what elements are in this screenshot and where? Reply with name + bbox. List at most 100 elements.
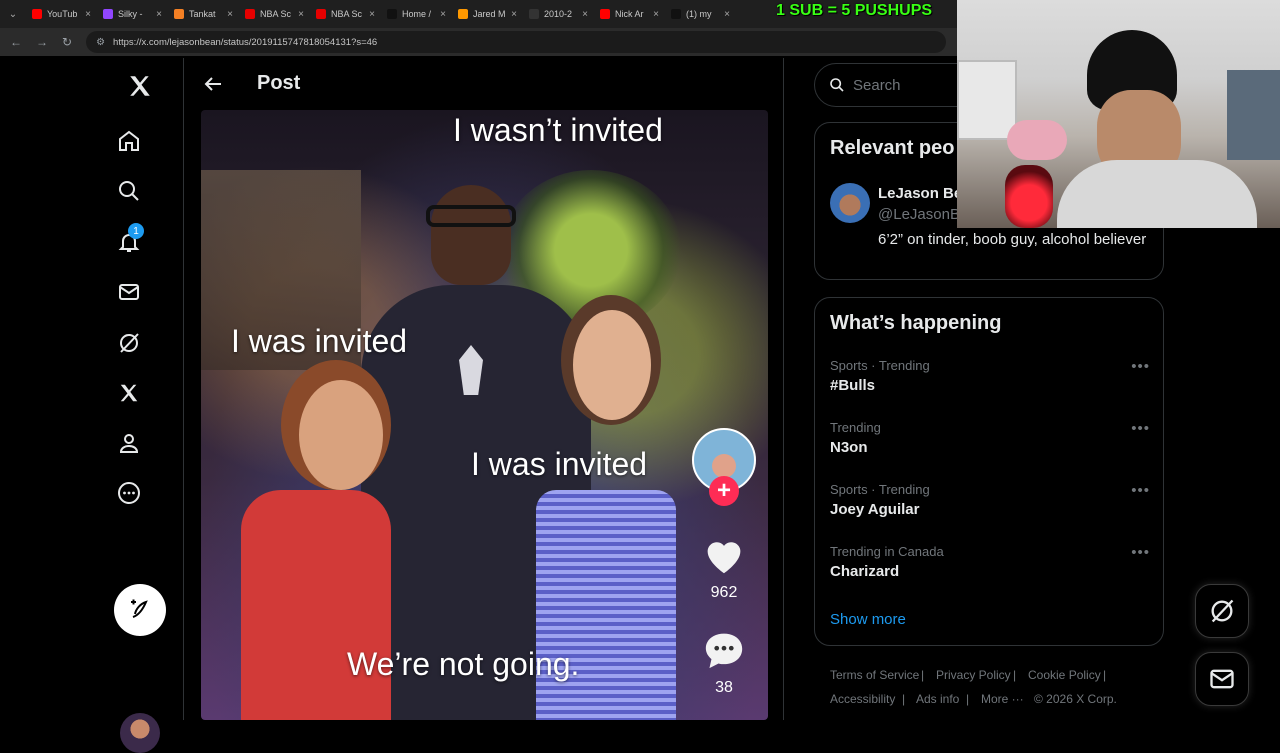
- trend-meta: Trending: [830, 420, 881, 435]
- follow-plus-icon[interactable]: +: [709, 476, 739, 506]
- footer-separator: |: [1103, 668, 1107, 682]
- column-divider: [783, 58, 784, 720]
- trend-item[interactable]: Sports · Trending Joey Aguilar •••: [830, 482, 1150, 518]
- tab-close-icon[interactable]: ×: [369, 9, 375, 20]
- man-head: [431, 185, 511, 285]
- tab-label: (1) my: [686, 9, 712, 19]
- tab-favicon-icon: [529, 9, 539, 19]
- relevant-person-name[interactable]: LeJason Be: [878, 185, 962, 202]
- more-link[interactable]: More ···: [981, 692, 1024, 706]
- tab-close-icon[interactable]: ×: [653, 9, 659, 20]
- tab-favicon-icon: [103, 9, 113, 19]
- trend-item[interactable]: Trending N3on •••: [830, 420, 1150, 456]
- browser-tab[interactable]: (1) my ×: [665, 0, 736, 28]
- trend-item[interactable]: Trending in Canada Charizard •••: [830, 544, 1150, 580]
- url-text[interactable]: https://x.com/lejasonbean/status/2019115…: [113, 37, 377, 48]
- relevant-person-handle[interactable]: @LeJasonB: [878, 206, 960, 223]
- grok-floating-button[interactable]: [1195, 584, 1249, 638]
- tab-close-icon[interactable]: ×: [85, 9, 91, 20]
- browser-tab[interactable]: 2010-2 ×: [523, 0, 594, 28]
- browser-tab[interactable]: Jared M ×: [452, 0, 523, 28]
- tab-close-icon[interactable]: ×: [227, 9, 233, 20]
- browser-tab[interactable]: Tankat ×: [168, 0, 239, 28]
- tab-close-icon[interactable]: ×: [298, 9, 304, 20]
- more-circle-icon[interactable]: [115, 479, 143, 507]
- premium-x-icon[interactable]: [115, 379, 143, 407]
- explore-search-icon[interactable]: [115, 177, 143, 205]
- tab-close-icon[interactable]: ×: [511, 9, 517, 20]
- trend-name: #Bulls: [830, 377, 876, 394]
- browser-tab[interactable]: YouTub ×: [26, 0, 97, 28]
- forward-arrow-icon[interactable]: →: [36, 35, 48, 49]
- caption-top: I wasn’t invited: [453, 112, 663, 148]
- browser-tab[interactable]: Silky - ×: [97, 0, 168, 28]
- tab-close-icon[interactable]: ×: [440, 9, 446, 20]
- more-options-icon[interactable]: •••: [1131, 358, 1150, 375]
- site-info-icon[interactable]: ⚙: [96, 37, 105, 48]
- compose-post-button[interactable]: [114, 584, 166, 636]
- browser-tab[interactable]: NBA Sc ×: [239, 0, 310, 28]
- post-video[interactable]: I wasn’t invited I was invited I was inv…: [201, 110, 768, 720]
- grok-icon[interactable]: [115, 329, 143, 357]
- whats-happening-title: What’s happening: [830, 312, 1002, 334]
- profile-icon[interactable]: [115, 429, 143, 457]
- x-logo-icon[interactable]: [126, 72, 154, 100]
- back-arrow-icon[interactable]: ←: [10, 35, 22, 49]
- tab-label: Tankat: [189, 9, 216, 19]
- more-options-icon[interactable]: •••: [1131, 544, 1150, 561]
- tab-close-icon[interactable]: ×: [582, 9, 588, 20]
- comment-reaction[interactable]: 38: [694, 630, 754, 697]
- browser-tab[interactable]: Home / ×: [381, 0, 452, 28]
- webcam-overlay: [957, 0, 1280, 228]
- comment-bubble-icon: [705, 633, 743, 669]
- heart-icon: [707, 542, 741, 574]
- caption-left: I was invited: [231, 323, 408, 359]
- more-options-icon[interactable]: •••: [1131, 420, 1150, 437]
- browser-tab[interactable]: NBA Sc ×: [310, 0, 381, 28]
- ads-info-link[interactable]: Ads info: [916, 692, 959, 706]
- search-placeholder: Search: [853, 76, 901, 94]
- trend-meta: Sports · Trending: [830, 482, 930, 497]
- terms-link[interactable]: Terms of Service: [830, 668, 919, 682]
- tab-label: Home /: [402, 9, 432, 19]
- feather-plus-icon: [131, 599, 148, 618]
- caption-bottom: We’re not going.: [347, 646, 580, 682]
- tab-search-chevron-icon[interactable]: ⌄: [0, 0, 26, 28]
- trend-item[interactable]: Sports · Trending #Bulls •••: [830, 358, 1150, 394]
- tab-label: NBA Sc: [260, 9, 292, 19]
- like-reaction[interactable]: 962: [694, 535, 754, 602]
- tab-close-icon[interactable]: ×: [156, 9, 162, 20]
- trend-meta: Trending in Canada: [830, 544, 944, 559]
- tab-favicon-icon: [32, 9, 42, 19]
- address-bar[interactable]: ⚙ https://x.com/lejasonbean/status/20191…: [86, 31, 947, 53]
- account-avatar[interactable]: [120, 713, 160, 753]
- left-nav: [0, 58, 184, 753]
- stream-banner: 1 SUB = 5 PUSHUPS: [776, 2, 933, 19]
- grok-icon: [1211, 599, 1234, 623]
- home-icon[interactable]: [115, 127, 143, 155]
- woman-right-dress: [536, 490, 676, 720]
- messages-envelope-icon[interactable]: [115, 278, 143, 306]
- tab-close-icon[interactable]: ×: [724, 9, 730, 20]
- reload-icon[interactable]: ↻: [62, 35, 72, 49]
- tab-favicon-icon: [600, 9, 610, 19]
- messages-floating-button[interactable]: [1195, 652, 1249, 706]
- accessibility-link[interactable]: Accessibility: [830, 692, 895, 706]
- privacy-link[interactable]: Privacy Policy: [936, 668, 1011, 682]
- envelope-icon: [1210, 669, 1234, 689]
- microphone: [1005, 165, 1053, 228]
- more-options-icon[interactable]: •••: [1131, 482, 1150, 499]
- back-arrow-icon[interactable]: [201, 72, 225, 96]
- trend-name: N3on: [830, 439, 868, 456]
- browser-tab[interactable]: Nick Ar ×: [594, 0, 665, 28]
- cookie-link[interactable]: Cookie Policy: [1028, 668, 1101, 682]
- relevant-person-bio: 6’2” on tinder, boob guy, alcohol believ…: [878, 231, 1147, 248]
- tab-favicon-icon: [316, 9, 326, 19]
- window-background: [957, 60, 1017, 140]
- tab-label: 2010-2: [544, 9, 573, 19]
- show-more-link[interactable]: Show more: [830, 611, 906, 628]
- like-count: 962: [710, 584, 738, 601]
- glasses-icon: [426, 205, 516, 227]
- relevant-person-avatar[interactable]: [830, 183, 870, 223]
- footer-separator: |: [966, 692, 970, 706]
